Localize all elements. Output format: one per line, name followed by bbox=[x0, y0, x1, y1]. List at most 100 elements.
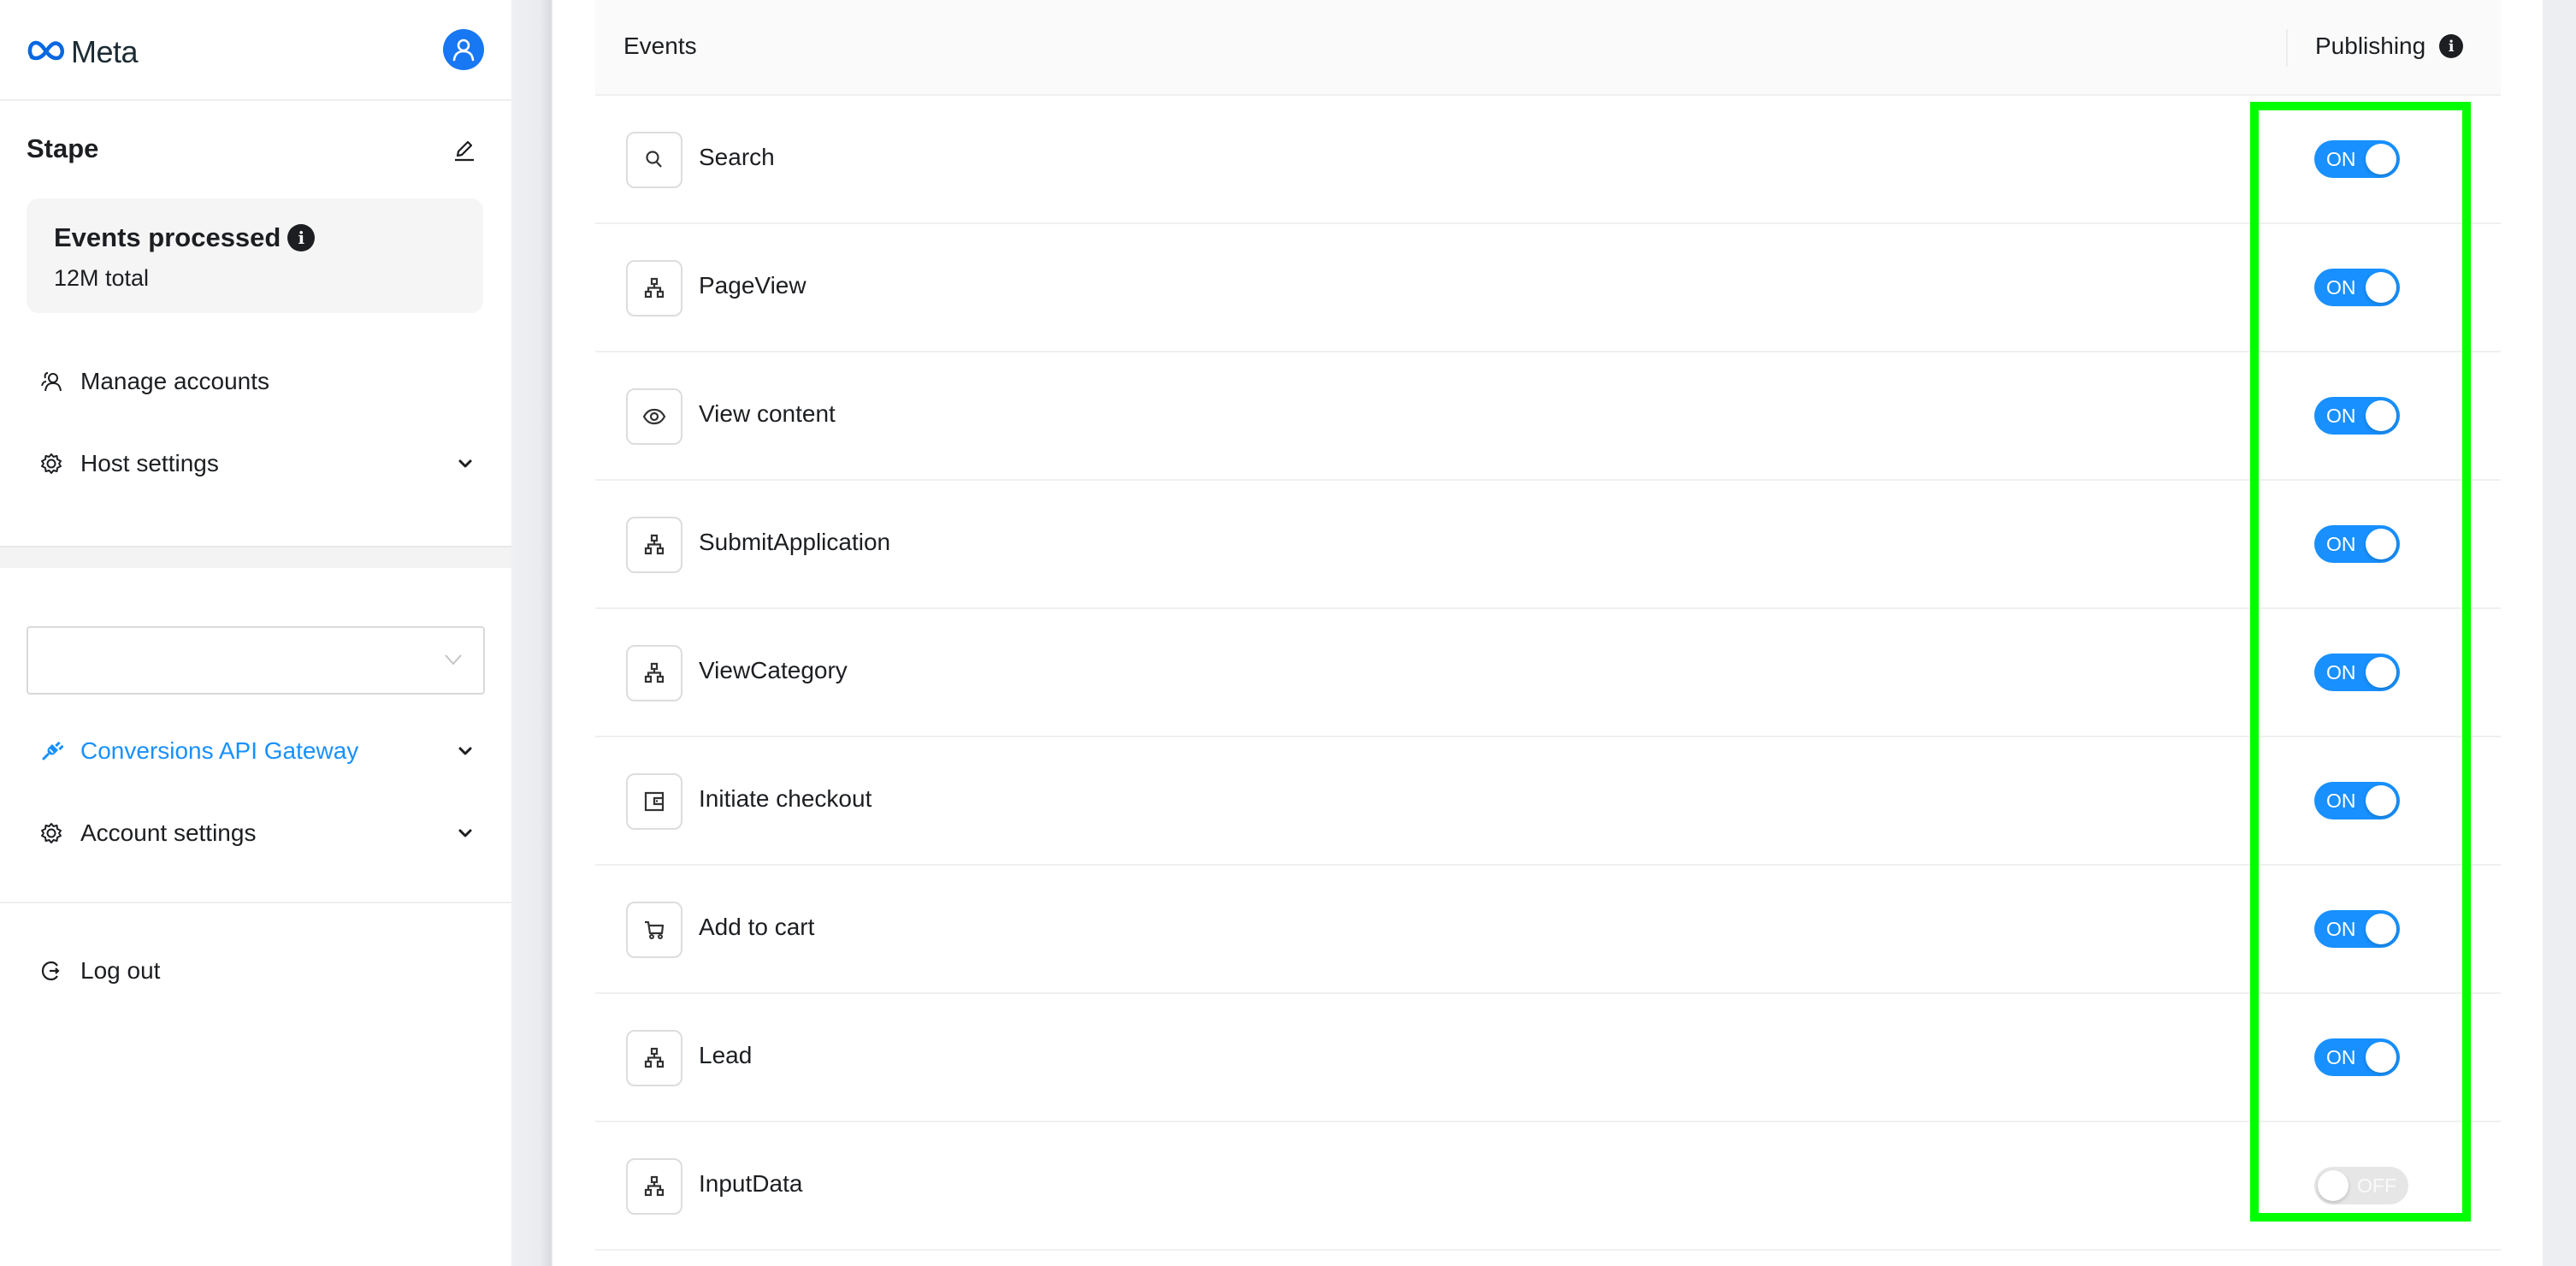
column-header-publishing: Publishing i bbox=[2315, 33, 2464, 60]
toggle-label: ON bbox=[2326, 533, 2356, 555]
table-row-search: Search ON bbox=[595, 96, 2501, 224]
sidebar-item-label: Account settings bbox=[80, 819, 257, 846]
manage-accounts-icon bbox=[38, 368, 65, 395]
sidebar-item-label: Host settings bbox=[80, 450, 219, 476]
sitemap-icon bbox=[626, 1158, 682, 1215]
publishing-toggle[interactable]: ON bbox=[2314, 525, 2400, 563]
publishing-toggle[interactable]: ON bbox=[2314, 397, 2400, 435]
table-header: Events Publishing i bbox=[595, 0, 2501, 96]
pencil-icon bbox=[455, 140, 474, 162]
event-name: Add to cart bbox=[699, 914, 815, 940]
sidebar-item-manage-accounts[interactable]: Manage accounts bbox=[38, 358, 484, 405]
logout-button[interactable]: Log out bbox=[38, 947, 484, 995]
events-processed-label: Events processed bbox=[54, 222, 281, 252]
events-processed-title: Events processed i bbox=[54, 222, 316, 253]
event-name: SubmitApplication bbox=[699, 529, 891, 555]
table-row-inputdata: InputData OFF bbox=[595, 1122, 2501, 1251]
sidebar-shadow bbox=[511, 0, 552, 1266]
sidebar-header: Meta bbox=[0, 0, 511, 101]
sitemap-icon bbox=[626, 517, 682, 573]
event-name: Initiate checkout bbox=[699, 785, 872, 812]
toggle-label: ON bbox=[2326, 148, 2356, 170]
sidebar: Meta Stape Events processed i 12M total … bbox=[0, 0, 511, 1266]
toggle-knob bbox=[2366, 529, 2396, 559]
edit-account-button[interactable] bbox=[448, 135, 479, 166]
chevron-down-icon bbox=[445, 654, 462, 666]
table-row-submitapplication: SubmitApplication ON bbox=[595, 481, 2501, 609]
toggle-knob bbox=[2366, 400, 2396, 431]
toggle-label: OFF bbox=[2357, 1174, 2396, 1197]
toggle-label: ON bbox=[2326, 1046, 2356, 1068]
publishing-toggle[interactable]: ON bbox=[2314, 269, 2400, 306]
events-processed-card: Events processed i 12M total bbox=[27, 198, 483, 313]
sidebar-item-account-settings[interactable]: Account settings bbox=[38, 809, 484, 857]
table-row-view-content: View content ON bbox=[595, 352, 2501, 481]
section-separator bbox=[0, 546, 511, 568]
chevron-down-icon bbox=[458, 747, 472, 755]
logout-label: Log out bbox=[80, 957, 161, 984]
event-name: InputData bbox=[699, 1170, 803, 1197]
meta-logo-text: Meta bbox=[71, 34, 139, 69]
account-name: Stape bbox=[27, 133, 99, 163]
user-avatar[interactable] bbox=[443, 29, 484, 70]
table-body: Search ON PageView ON View content ON Su… bbox=[595, 96, 2501, 1251]
events-processed-total: 12M total bbox=[54, 265, 150, 291]
publishing-toggle[interactable]: ON bbox=[2314, 140, 2400, 178]
gear-icon bbox=[38, 450, 65, 477]
toggle-knob bbox=[2366, 785, 2396, 816]
toggle-label: ON bbox=[2326, 918, 2356, 940]
publishing-toggle[interactable]: ON bbox=[2314, 782, 2400, 819]
meta-infinity-icon bbox=[27, 38, 66, 68]
plug-icon bbox=[38, 737, 65, 765]
event-name: PageView bbox=[699, 272, 806, 299]
toggle-label: ON bbox=[2326, 790, 2356, 812]
gear-icon bbox=[38, 819, 65, 847]
events-table: Events Publishing i Search ON PageView O… bbox=[595, 0, 2501, 1251]
sitemap-icon bbox=[626, 645, 682, 701]
event-name: View content bbox=[699, 400, 836, 427]
publishing-toggle[interactable]: ON bbox=[2314, 1038, 2400, 1076]
events-card: Events Publishing i Search ON PageView O… bbox=[552, 0, 2543, 1266]
publishing-toggle[interactable]: ON bbox=[2314, 654, 2400, 691]
chevron-down-icon bbox=[458, 829, 472, 837]
publishing-label: Publishing bbox=[2315, 33, 2426, 59]
table-row-add-to-cart: Add to cart ON bbox=[595, 866, 2501, 994]
toggle-knob bbox=[2366, 657, 2396, 688]
logout-icon bbox=[38, 957, 65, 985]
info-icon[interactable]: i bbox=[2439, 34, 2464, 58]
event-name: Search bbox=[699, 144, 775, 170]
chevron-down-icon bbox=[458, 459, 472, 468]
table-row-viewcategory: ViewCategory ON bbox=[595, 609, 2501, 737]
event-name: Lead bbox=[699, 1042, 753, 1068]
sidebar-item-conversions-api-gateway[interactable]: Conversions API Gateway bbox=[38, 727, 484, 775]
sidebar-divider bbox=[0, 902, 511, 903]
eye-icon bbox=[626, 388, 682, 445]
meta-logo[interactable]: Meta bbox=[27, 34, 139, 70]
cart-icon bbox=[626, 902, 682, 958]
toggle-label: ON bbox=[2326, 405, 2356, 427]
toggle-knob bbox=[2366, 1042, 2396, 1073]
table-row-lead: Lead ON bbox=[595, 994, 2501, 1122]
account-select[interactable] bbox=[27, 626, 485, 695]
table-row-initiate-checkout: Initiate checkout ON bbox=[595, 737, 2501, 866]
publishing-toggle[interactable]: OFF bbox=[2314, 1167, 2408, 1204]
sidebar-item-label: Conversions API Gateway bbox=[80, 737, 359, 764]
toggle-knob bbox=[2366, 144, 2396, 175]
column-header-events: Events bbox=[623, 33, 697, 59]
sidebar-item-label: Manage accounts bbox=[80, 368, 270, 394]
info-icon[interactable]: i bbox=[287, 224, 316, 251]
publishing-toggle[interactable]: ON bbox=[2314, 910, 2400, 948]
sidebar-item-host-settings[interactable]: Host settings bbox=[38, 440, 484, 488]
wallet-icon bbox=[626, 773, 682, 830]
toggle-knob bbox=[2366, 914, 2396, 944]
toggle-knob bbox=[2318, 1170, 2349, 1201]
event-name: ViewCategory bbox=[699, 657, 848, 683]
user-icon bbox=[452, 38, 475, 62]
search-icon bbox=[626, 132, 682, 188]
sitemap-icon bbox=[626, 260, 682, 316]
toggle-knob bbox=[2366, 272, 2396, 303]
toggle-label: ON bbox=[2326, 661, 2356, 683]
sitemap-icon bbox=[626, 1030, 682, 1086]
table-row-pageview: PageView ON bbox=[595, 224, 2501, 352]
column-divider bbox=[2286, 29, 2288, 67]
